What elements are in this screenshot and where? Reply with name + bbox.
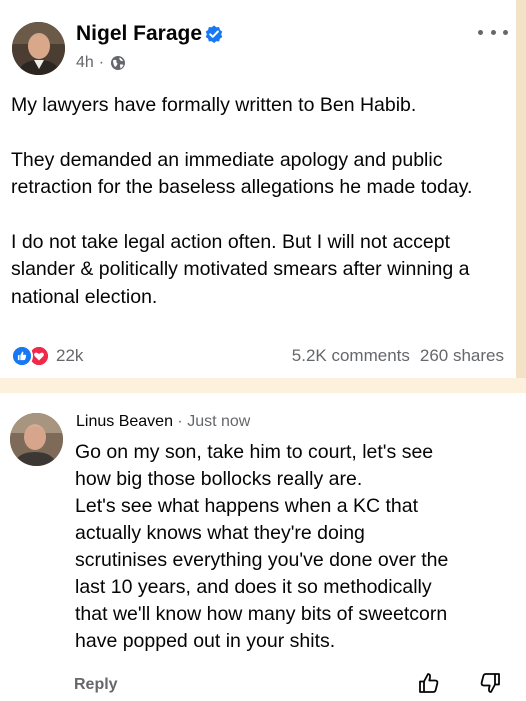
- comment-timestamp[interactable]: Just now: [187, 413, 250, 430]
- reaction-icons[interactable]: [11, 345, 50, 367]
- reply-button[interactable]: Reply: [74, 676, 118, 694]
- comment-line: Go on my son, take him to court, let's s…: [75, 441, 434, 463]
- more-dot: [503, 29, 508, 35]
- comment-line: actually knows what they're doing: [75, 522, 365, 544]
- thumbs-up-icon[interactable]: [417, 671, 441, 695]
- comment-line: that we'll know how many bits of sweetco…: [75, 603, 448, 625]
- globe-icon: [111, 56, 126, 70]
- commenter-avatar-image: [10, 413, 63, 466]
- comment-line: how big those bollocks really are.: [75, 468, 363, 490]
- author-name[interactable]: Nigel Farage: [76, 22, 202, 46]
- more-dot: [478, 29, 483, 35]
- scroll-strip: [516, 0, 526, 378]
- post-paragraph: My lawyers have formally written to Ben …: [11, 94, 417, 116]
- post-paragraph: I do not take legal action often. But I …: [11, 230, 470, 308]
- commenter-avatar[interactable]: [10, 413, 63, 466]
- comment-line: scrutinises everything you've done over …: [75, 549, 449, 571]
- thumbs-down-icon[interactable]: [478, 671, 502, 695]
- post-timestamp[interactable]: 4h: [76, 54, 94, 72]
- verified-badge-icon: [205, 25, 223, 43]
- meta-separator: ·: [98, 54, 105, 71]
- comment-separator: ·: [172, 413, 188, 430]
- comment-text: Go on my son, take him to court, let's s…: [75, 439, 515, 655]
- more-options-button[interactable]: [478, 24, 508, 40]
- reactions-bar: 22k 5.2K comments 260 shares: [11, 344, 504, 368]
- post-meta: 4h ·: [76, 53, 126, 73]
- comment-line: have popped out in your shits.: [75, 630, 336, 652]
- post-body: My lawyers have formally written to Ben …: [11, 92, 511, 338]
- like-reaction-icon: [11, 345, 33, 367]
- post-card: Nigel Farage 4h · My lawyers have formal…: [0, 0, 516, 378]
- more-dot: [490, 29, 496, 35]
- shares-count[interactable]: 260 shares: [420, 346, 504, 366]
- comment-line: Let's see what happens when a KC that: [75, 495, 419, 517]
- author-avatar[interactable]: [12, 22, 65, 75]
- reaction-count[interactable]: 22k: [56, 346, 83, 366]
- comment-line: last 10 years, and does it so methodical…: [75, 576, 432, 598]
- comment-card: Linus Beaven · Just now Go on my son, ta…: [0, 393, 526, 701]
- commenter-name-row: Linus Beaven · Just now: [76, 413, 250, 431]
- comments-count[interactable]: 5.2K comments: [292, 346, 410, 366]
- post-paragraph: They demanded an immediate apology and p…: [11, 148, 473, 199]
- commenter-name[interactable]: Linus Beaven: [76, 413, 173, 430]
- author-avatar-image: [12, 22, 65, 75]
